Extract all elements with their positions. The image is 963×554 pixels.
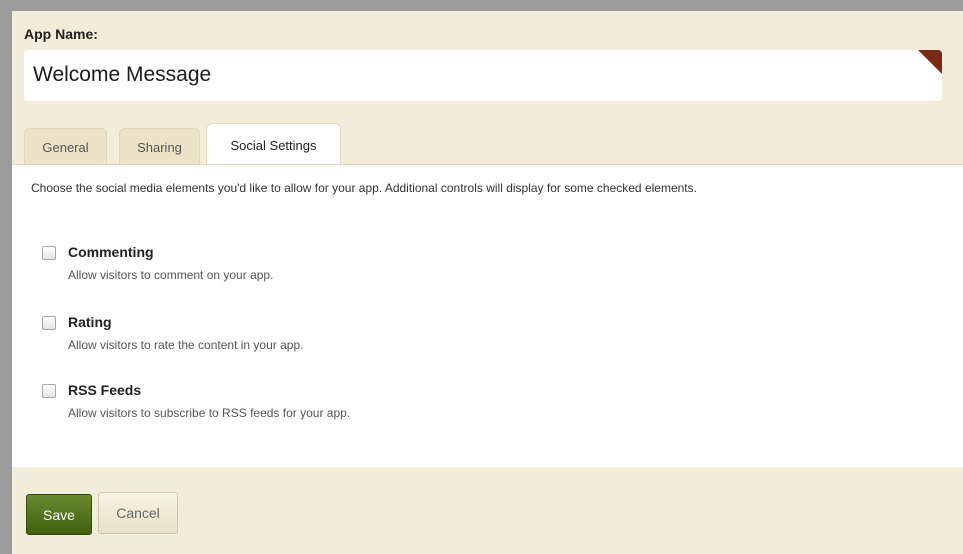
rss-feeds-description: Allow visitors to subscribe to RSS feeds… (68, 406, 351, 420)
rating-checkbox[interactable] (42, 316, 56, 330)
rating-description: Allow visitors to rate the content in yo… (68, 338, 304, 352)
commenting-description: Allow visitors to comment on your app. (68, 268, 274, 282)
rss-feeds-title: RSS Feeds (68, 382, 142, 398)
tab-sharing[interactable]: Sharing (119, 128, 200, 165)
app-name-field[interactable]: Welcome Message (24, 50, 942, 101)
corner-flag-icon (918, 50, 942, 74)
save-button[interactable]: Save (26, 494, 92, 535)
app-editor-frame: App Name: Welcome Message General Sharin… (0, 0, 963, 554)
intro-text: Choose the social media elements you'd l… (31, 181, 697, 195)
tab-divider (12, 164, 963, 165)
app-name-value: Welcome Message (33, 63, 212, 86)
rating-title: Rating (68, 314, 112, 330)
rss-feeds-checkbox[interactable] (42, 384, 56, 398)
tab-social-settings[interactable]: Social Settings (206, 123, 341, 166)
app-name-label: App Name: (24, 26, 98, 42)
app-header: App Name: Welcome Message General Sharin… (12, 11, 963, 166)
commenting-checkbox[interactable] (42, 246, 56, 260)
form-footer: Save Cancel (12, 467, 963, 554)
cancel-button[interactable]: Cancel (98, 492, 178, 534)
tab-general[interactable]: General (24, 128, 107, 165)
commenting-title: Commenting (68, 244, 154, 260)
